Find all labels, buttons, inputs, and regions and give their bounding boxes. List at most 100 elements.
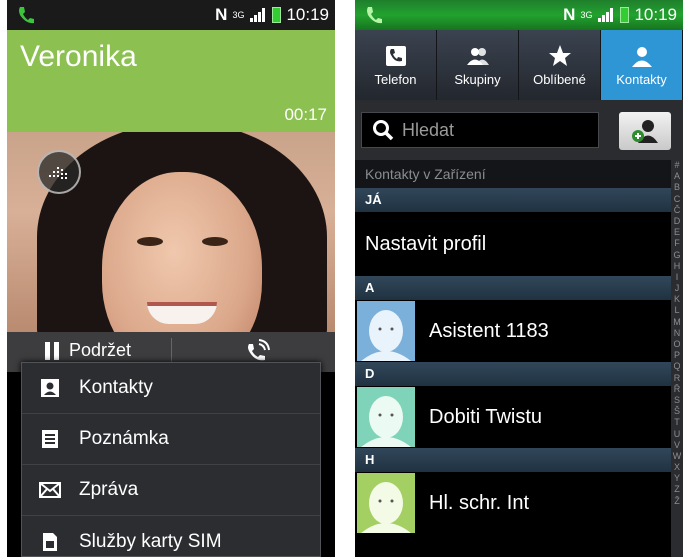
search-row: Hledat [355,100,683,160]
tab-favorites[interactable]: Oblíbené [519,30,601,100]
index-letter[interactable]: # [671,160,683,171]
letter-header-me: JÁ [355,188,671,212]
contacts-screen: N 3G 10:19 Telefon Skupiny Oblíbené Kont… [355,0,683,557]
list-item[interactable]: Dobiti Twistu [355,386,671,448]
equalizer-icon [49,167,67,179]
nfc-icon: N [563,5,576,24]
index-letter[interactable]: Ř [671,384,683,395]
clock: 10:19 [286,5,329,24]
index-letter[interactable]: Ž [671,496,683,507]
index-letter[interactable]: Z [671,484,683,495]
menu-item-label: Zpráva [79,479,139,500]
letter-header: A [355,276,671,300]
person-icon [631,46,652,67]
index-letter[interactable]: F [671,238,683,249]
search-input[interactable]: Hledat [361,112,599,148]
tab-label: Telefon [374,71,417,87]
menu-item-note[interactable]: Poznámka [22,414,320,465]
list-item[interactable]: Hl. schr. Int [355,472,671,534]
index-letter[interactable]: S [671,395,683,406]
battery-icon [620,7,630,23]
index-letter[interactable]: L [671,305,683,316]
index-letter[interactable]: M [671,317,683,328]
index-letter[interactable]: G [671,250,683,261]
status-bar: N 3G 10:19 [7,0,335,30]
call-options-menu: Kontakty Poznámka Zpráva Služby karty SI… [21,362,321,557]
avatar [357,387,415,447]
avatar [357,473,415,533]
photo-eye [202,237,228,246]
tab-bar: Telefon Skupiny Oblíbené Kontakty [355,30,683,100]
index-letter[interactable]: N [671,328,683,339]
phone-icon [385,45,406,66]
note-icon [39,428,61,450]
index-letter[interactable]: W [671,451,683,462]
tab-groups[interactable]: Skupiny [437,30,519,100]
index-letter[interactable]: Q [671,361,683,372]
index-letter[interactable]: O [671,339,683,350]
index-letter[interactable]: I [671,272,683,283]
list-item[interactable]: Asistent 1183 [355,300,671,362]
contact-card-icon [39,377,61,399]
index-letter[interactable]: R [671,373,683,384]
contacts-list: Kontakty v Zařízení JÁ Nastavit profil A… [355,160,671,557]
index-letter[interactable]: X [671,462,683,473]
contact-name: Asistent 1183 [429,319,549,342]
call-screen: N 3G 10:19 Veronika 00:17 Podržet Kontak… [7,0,335,557]
groups-icon [466,47,489,65]
index-letter[interactable]: B [671,182,683,193]
contact-name: Hl. schr. Int [429,491,530,514]
default-avatar-icon [357,301,415,361]
menu-item-label: Poznámka [79,428,169,449]
tab-phone[interactable]: Telefon [355,30,437,100]
envelope-icon [39,479,61,501]
letter-header: H [355,448,671,472]
index-letter[interactable]: A [671,171,683,182]
index-letter[interactable]: Č [671,205,683,216]
menu-item-label: Kontakty [79,377,153,398]
index-letter[interactable]: D [671,216,683,227]
index-letter[interactable]: U [671,429,683,440]
index-letter[interactable]: K [671,294,683,305]
clock: 10:19 [634,5,677,24]
search-icon [373,120,394,141]
default-avatar-icon [357,387,415,447]
index-letter[interactable]: V [671,440,683,451]
default-avatar-icon [357,473,415,533]
index-letter[interactable]: C [671,194,683,205]
menu-item-sim-services[interactable]: Služby karty SIM [22,516,320,557]
index-letter[interactable]: H [671,261,683,272]
pause-icon [45,341,59,360]
status-bar: N 3G 10:19 [355,0,683,30]
hold-button[interactable]: Podržet [45,340,131,361]
photo-mouth [147,302,217,324]
menu-item-message[interactable]: Zpráva [22,465,320,516]
index-letter[interactable]: Š [671,406,683,417]
data-3g-icon: 3G [232,10,245,20]
menu-item-contacts[interactable]: Kontakty [22,363,320,414]
call-in-progress-icon [367,7,382,24]
index-letter[interactable]: E [671,227,683,238]
index-letter[interactable]: P [671,350,683,361]
tab-contacts[interactable]: Kontakty [601,30,683,100]
call-in-progress-icon [19,7,34,24]
photo-eye [137,237,163,246]
caller-header: Veronika 00:17 [7,30,335,132]
tab-label: Skupiny [454,71,501,87]
call-duration: 00:17 [284,105,327,124]
set-profile-row[interactable]: Nastavit profil [355,212,671,276]
tab-label: Oblíbené [533,71,586,87]
menu-item-label: Služby karty SIM [79,530,222,552]
index-letter[interactable]: Y [671,473,683,484]
equalizer-button[interactable] [37,150,81,194]
index-letter[interactable]: J [671,283,683,294]
battery-icon [272,7,282,23]
add-contact-button[interactable] [619,112,671,150]
index-letter[interactable]: T [671,417,683,428]
letter-header: D [355,362,671,386]
profile-label: Nastavit profil [365,232,487,255]
nfc-icon: N [215,5,228,24]
alphabet-index-scroller[interactable]: # A B C Č D E F G H I J K L M N O P Q R Ř S Š T U V W X Y Z Ž [671,160,683,557]
signal-icon [598,8,614,22]
search-placeholder: Hledat [402,119,455,140]
